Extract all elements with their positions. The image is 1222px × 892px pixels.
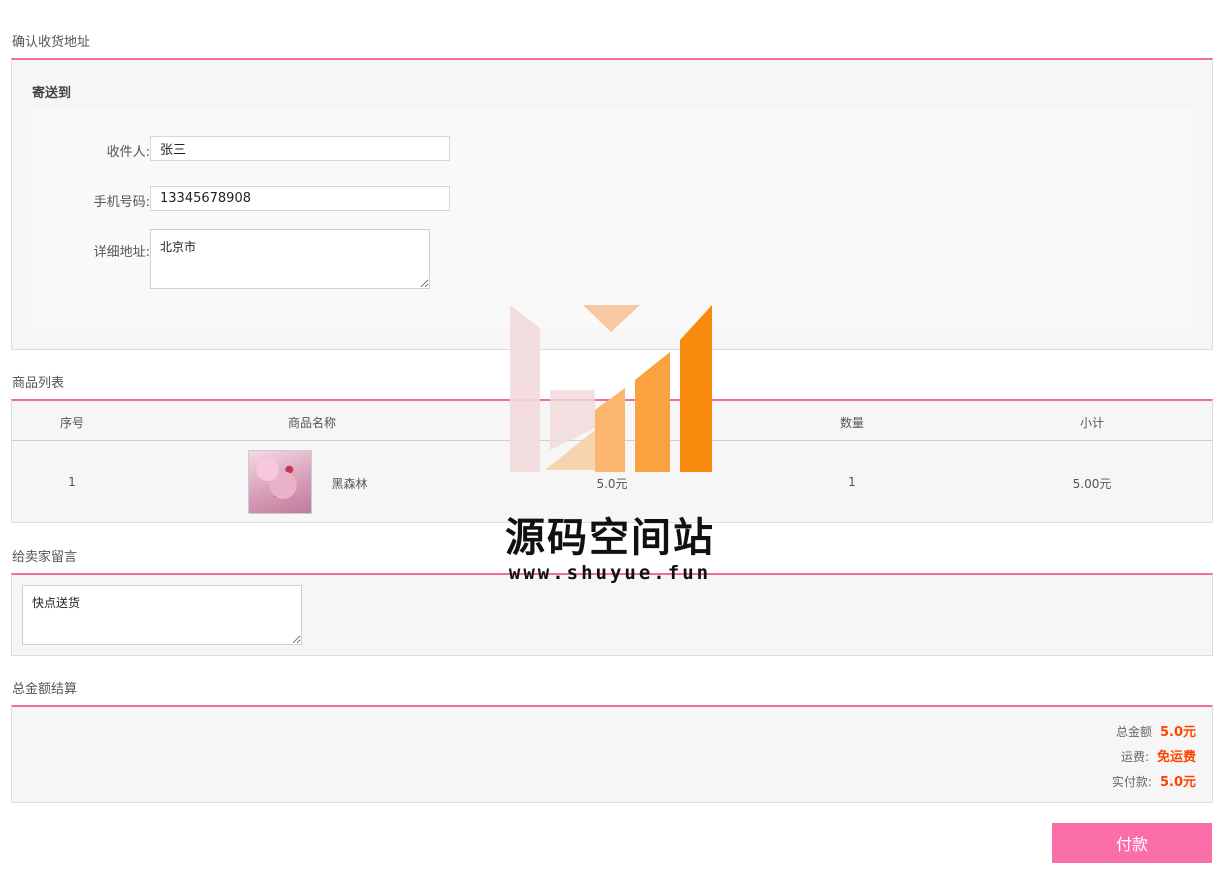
goods-table: 序号 商品名称 数量 小计 1 黑森林 5.0元 1 5.00元 [11,399,1213,523]
recipient-row: 收件人: [32,136,450,161]
recipient-label: 收件人: [106,145,150,160]
detail-address-label: 详细地址: [93,245,150,260]
goods-section-title: 商品列表 [12,376,65,391]
table-row: 1 黑森林 5.0元 1 5.00元 [12,442,1212,522]
column-header-quantity: 数量 [839,416,864,430]
address-panel: 寄送到 收件人: 手机号码: 详细地址: 北京市 [11,58,1213,350]
address-section-title: 确认收货地址 [12,35,91,50]
product-name[interactable]: 黑森林 [322,475,377,492]
totals-panel: 总金额 5.0元 运费: 免运费 实付款: 5.0元 [11,705,1213,803]
paid-amount-line: 实付款: 5.0元 [1112,771,1196,790]
table-header: 序号 商品名称 数量 小计 [12,401,1212,441]
shipping-label: 运费: [1120,750,1149,764]
detail-address-textarea[interactable]: 北京市 [150,229,430,289]
column-header-index: 序号 [59,416,84,430]
product-price: 5.0元 [596,477,628,491]
column-header-name: 商品名称 [287,416,336,430]
recipient-input[interactable] [150,136,450,161]
phone-label: 手机号码: [93,195,150,210]
product-subtotal: 5.00元 [1072,477,1112,491]
row-index: 1 [68,475,76,489]
phone-input[interactable] [150,186,450,211]
pay-button[interactable]: 付款 [1052,823,1212,863]
product-quantity: 1 [848,475,856,489]
message-section-title: 给卖家留言 [12,550,78,565]
message-panel: 快点送货 [11,573,1213,656]
total-amount-line: 总金额 5.0元 [1116,721,1196,740]
shipping-line: 运费: 免运费 [1121,746,1196,765]
product-thumbnail[interactable] [248,450,312,514]
paid-amount-label: 实付款: [1111,775,1152,789]
address-form: 收件人: 手机号码: 详细地址: 北京市 [32,108,1192,328]
phone-row: 手机号码: [32,186,450,211]
paid-amount-value: 5.0元 [1159,775,1196,790]
ship-to-heading: 寄送到 [32,86,72,101]
total-amount-label: 总金额 [1115,725,1152,739]
totals-section-title: 总金额结算 [12,682,78,697]
message-textarea[interactable]: 快点送货 [22,585,302,645]
detail-address-row: 详细地址: 北京市 [32,229,430,289]
shipping-value: 免运费 [1156,750,1196,765]
column-header-subtotal: 小计 [1079,416,1104,430]
total-amount-value: 5.0元 [1159,725,1196,740]
